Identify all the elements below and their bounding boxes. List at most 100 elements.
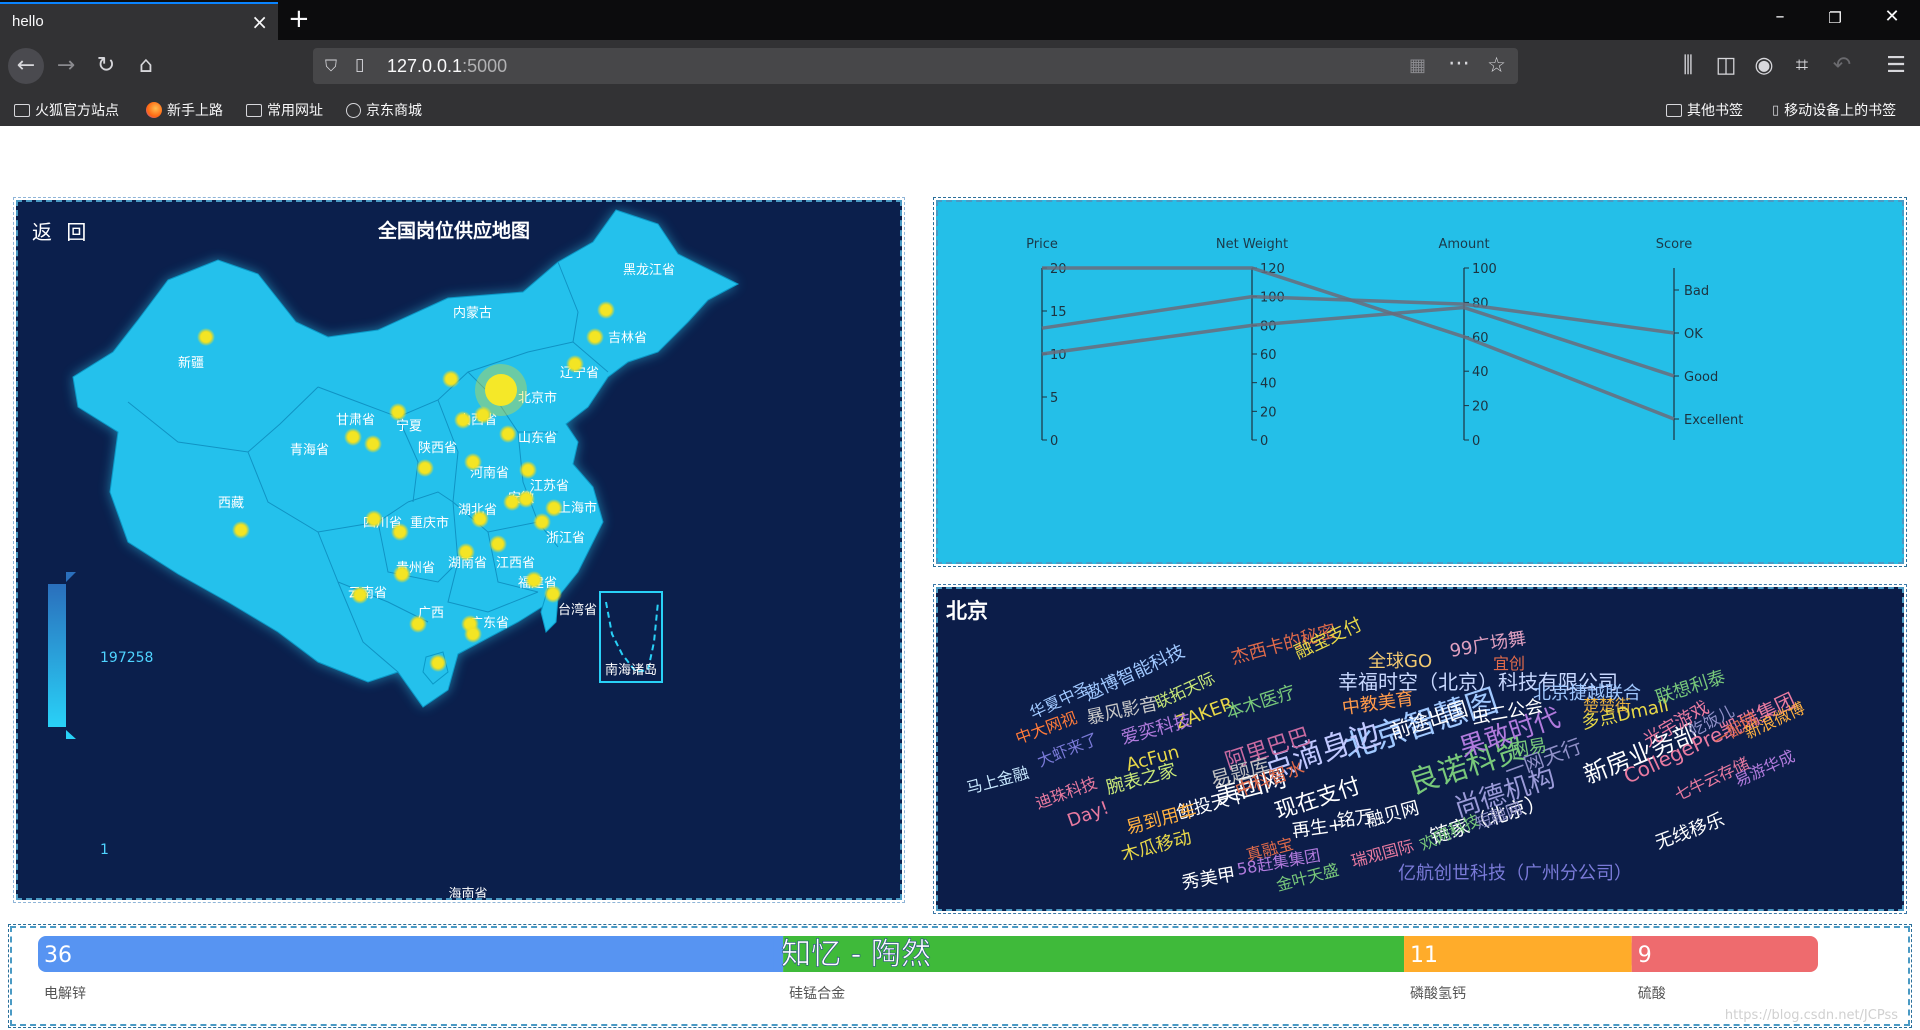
more-actions-icon[interactable]: ⋯ <box>1448 51 1470 76</box>
legend-bar[interactable] <box>48 584 66 727</box>
tick-label: 20 <box>1260 405 1277 420</box>
stacked-bar-panel: 36 电解锌 硅锰合金 11 磷酸氢钙 9 硫酸 知忆 - 陶然 https://blog.c… <box>8 924 1912 1028</box>
home-icon[interactable]: ⌂ <box>130 52 162 80</box>
mobile-icon: ▯ <box>1772 102 1780 118</box>
map-point-core <box>413 619 423 629</box>
segment-name: 硅锰合金 <box>789 986 845 1002</box>
tab-title: hello <box>12 13 44 30</box>
bar-segment[interactable] <box>1631 936 1818 972</box>
cloud-word[interactable]: 秀美甲 <box>1180 864 1237 894</box>
map-point-core <box>503 429 513 439</box>
close-window-button[interactable]: ✕ <box>1872 6 1912 27</box>
undo-icon[interactable]: ↶ <box>1826 52 1858 80</box>
axis-name: Net Weight <box>1216 237 1288 252</box>
map-point-core <box>537 517 547 527</box>
province-label[interactable]: 吉林省 <box>608 331 647 346</box>
parallel-chart[interactable]: Price20151050Net Weight120100806040200Am… <box>938 202 1902 562</box>
axis-name: Score <box>1656 237 1692 252</box>
navigation-bar: ← → ↻ ⌂ ⛉ ▯ 127.0.0.1:5000 ▦ ⋯ ☆ ⫼ ◫ ◉ ⌗… <box>0 40 1920 92</box>
cloud-word[interactable]: 联想利泰 <box>1653 667 1728 709</box>
cloud-word[interactable]: 马上金融 <box>964 763 1031 798</box>
tick-label: 0 <box>1472 434 1480 449</box>
map-title: 全国岗位供应地图 <box>378 220 531 242</box>
bar-segment[interactable] <box>38 936 784 972</box>
bookmark-folder[interactable]: 其他书签 <box>1666 100 1743 120</box>
province-label[interactable]: 甘肃省 <box>336 413 375 428</box>
tick-label: 5 <box>1050 391 1058 406</box>
data-line[interactable] <box>1041 305 1675 378</box>
cloud-word[interactable]: 宜创 <box>1493 654 1525 673</box>
cloud-word[interactable]: 全球GO <box>1368 651 1432 672</box>
browser-tab[interactable]: hello × <box>0 2 278 40</box>
qr-code-icon[interactable]: ▦ <box>1409 55 1426 76</box>
account-icon[interactable]: ◉ <box>1748 52 1780 80</box>
cloud-word[interactable]: 本木医疗 <box>1223 682 1298 724</box>
bookmark-label: 火狐官方站点 <box>35 103 119 119</box>
url-text[interactable]: 127.0.0.1:5000 <box>387 56 507 77</box>
back-button[interactable]: 返 回 <box>32 216 90 245</box>
bookmark-link[interactable]: 新手上路 <box>146 100 223 120</box>
library-icon[interactable]: ⫼ <box>1672 52 1704 80</box>
province-label[interactable]: 陕西省 <box>418 441 457 456</box>
bookmark-folder[interactable]: ▯ 移动设备上的书签 <box>1772 100 1896 120</box>
bookmark-folder[interactable]: 常用网址 <box>246 100 323 120</box>
legend-min-value: 1 <box>100 842 109 858</box>
map-point-core <box>236 525 246 535</box>
forward-arrow-icon[interactable]: → <box>50 52 82 80</box>
new-tab-button[interactable]: + <box>288 4 310 34</box>
map-point-core <box>458 415 468 425</box>
map-point-core <box>529 575 539 585</box>
province-label[interactable]: 台湾省 <box>558 602 597 618</box>
word-cloud[interactable]: 北京智慧图点滴身边 良诺科贸果敢时代美团网 尚德机构新房业务部CollegePre凯… <box>938 589 1902 909</box>
province-label[interactable]: 上海市 <box>558 500 597 516</box>
map-point-core <box>201 332 211 342</box>
tick-label: Excellent <box>1684 413 1743 428</box>
province-label[interactable]: 新疆 <box>178 355 204 371</box>
screenshot-icon[interactable]: ⌗ <box>1786 52 1818 80</box>
stacked-bar-chart[interactable]: 36 电解锌 硅锰合金 11 磷酸氢钙 9 硫酸 知忆 - 陶然 <box>12 928 1908 1024</box>
china-map[interactable]: 南海诸岛 海南省 黑龙江省内蒙古吉林省辽宁省新疆甘肃省宁夏山西省北京市山东省陕西… <box>18 202 900 898</box>
word-cloud-panel: 北京 北京智慧图 点滴身边 良诺科贸 果敢时代 美团网 尚德机构 新房业务部 CollegeP… <box>933 584 1907 914</box>
menu-icon[interactable]: ☰ <box>1880 52 1912 80</box>
restore-button[interactable]: ❐ <box>1815 9 1855 27</box>
bookmark-star-icon[interactable]: ☆ <box>1487 53 1506 77</box>
sidebar-icon[interactable]: ◫ <box>1710 52 1742 80</box>
province-label[interactable]: 江苏省 <box>530 478 569 494</box>
folder-icon <box>1666 103 1682 117</box>
province-label[interactable]: 重庆市 <box>410 515 449 531</box>
province-label[interactable]: 浙江省 <box>546 531 585 546</box>
map-point-core <box>461 547 471 557</box>
firefox-icon <box>146 102 162 118</box>
map-point-core <box>348 432 358 442</box>
bookmark-folder[interactable]: 火狐官方站点 <box>14 100 119 120</box>
map-point-core <box>548 589 558 599</box>
tick-label: 80 <box>1260 319 1277 334</box>
cloud-word[interactable]: 亿航创世科技（广州分公司） <box>1398 863 1632 884</box>
reload-icon[interactable]: ↻ <box>90 52 122 80</box>
province-label[interactable]: 山东省 <box>518 431 557 446</box>
bar-segment[interactable] <box>1404 936 1632 972</box>
minimize-button[interactable]: – <box>1760 6 1800 27</box>
shield-icon[interactable]: ⛉ <box>325 56 337 76</box>
close-tab-icon[interactable]: × <box>251 10 268 34</box>
province-label[interactable]: 黑龙江省 <box>623 263 675 278</box>
cloud-word[interactable]: 无线移乐 <box>1653 809 1728 853</box>
province-label[interactable]: 江西省 <box>496 556 535 571</box>
province-label[interactable]: 青海省 <box>290 443 329 458</box>
cloud-word[interactable]: 易游华成 <box>1732 746 1798 790</box>
tick-label: 0 <box>1260 434 1268 449</box>
province-label[interactable]: 内蒙古 <box>453 305 492 321</box>
bookmark-link[interactable]: 京东商城 <box>346 100 422 120</box>
segment-value: 11 <box>1410 943 1438 968</box>
map-point-core <box>493 539 503 549</box>
bookmark-label: 移动设备上的书签 <box>1784 103 1897 119</box>
map-point-core <box>468 457 478 467</box>
axis-name: Amount <box>1438 237 1489 252</box>
url-bar[interactable]: ⛉ ▯ 127.0.0.1:5000 ▦ ⋯ ☆ <box>313 48 1518 84</box>
url-port: :5000 <box>462 56 508 76</box>
province-label[interactable]: 西藏 <box>218 496 244 511</box>
segment-value: 9 <box>1638 943 1652 968</box>
back-arrow-icon[interactable]: ← <box>8 48 44 84</box>
map-point-major[interactable] <box>485 374 517 406</box>
cloud-word[interactable]: Day! <box>1065 797 1112 831</box>
